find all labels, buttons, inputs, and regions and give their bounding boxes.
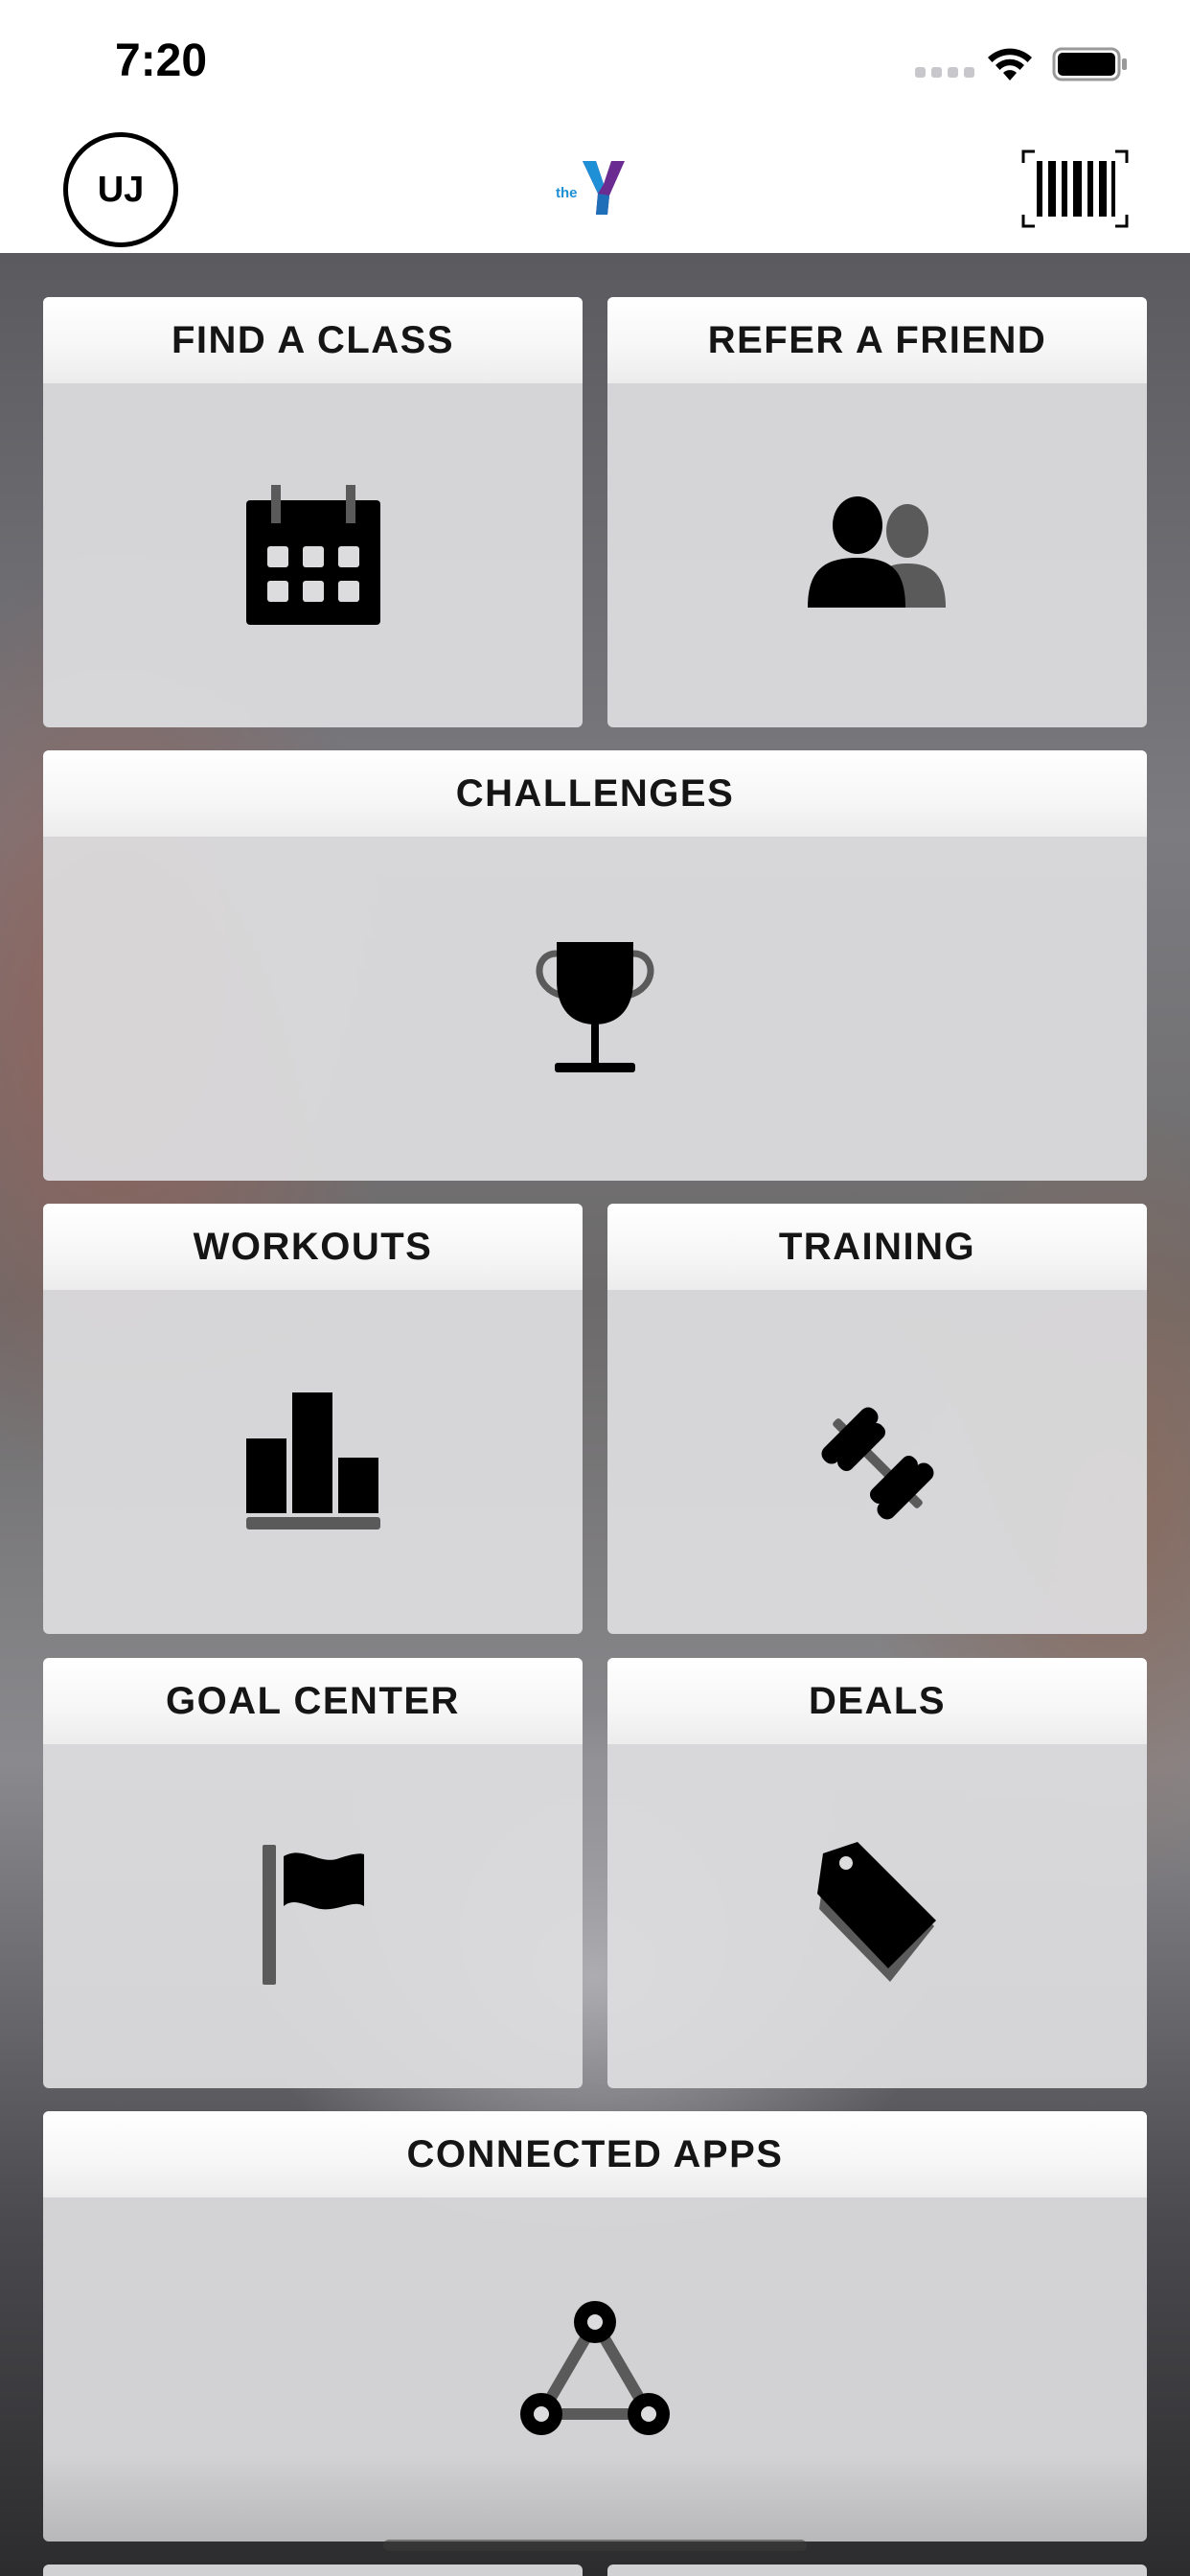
barcode-icon[interactable] [1021, 150, 1129, 228]
ymca-logo: the [556, 161, 625, 215]
tile-label: GOAL CENTER [43, 1658, 583, 1744]
tile-label: WORKOUTS [43, 1204, 583, 1290]
tile-goal-center[interactable]: GOAL CENTER [43, 1658, 583, 2088]
home-indicator[interactable] [383, 2540, 807, 2551]
tile-label: CONNECTED APPS [43, 2111, 1147, 2197]
tile-find-a-class[interactable]: FIND A CLASS [43, 297, 583, 727]
tile-label: TRAINING [607, 1204, 1147, 1290]
cellular-signal-icon [915, 67, 974, 78]
tile-label: REFER A FRIEND [607, 297, 1147, 383]
tile-connected-apps[interactable]: CONNECTED APPS [43, 2111, 1147, 2542]
calendar-icon [245, 485, 380, 625]
tile-challenges[interactable]: CHALLENGES [43, 750, 1147, 1181]
tile-workouts[interactable]: WORKOUTS [43, 1204, 583, 1634]
svg-text:the: the [556, 185, 578, 201]
dumbbell-icon [821, 1407, 933, 1520]
top-nav-bar: UJ the [0, 125, 1190, 253]
tile-deals[interactable]: DEALS [607, 1658, 1147, 2088]
tile-label: FIND A CLASS [43, 297, 583, 383]
profile-avatar-button[interactable]: UJ [63, 132, 178, 247]
dashboard-grid: FIND A CLASS REFER A FRIEND CHALLENGES W… [0, 253, 1190, 2576]
battery-icon [1052, 47, 1127, 81]
tag-icon [816, 1842, 936, 1982]
tile-training[interactable]: TRAINING [607, 1204, 1147, 1634]
bar-chart-icon [245, 1392, 380, 1530]
tile-next-row-left[interactable] [43, 2564, 583, 2576]
people-icon [807, 496, 946, 608]
flag-icon [262, 1845, 364, 1985]
status-time: 7:20 [115, 35, 208, 86]
scroll-fade [43, 2455, 1147, 2542]
wifi-icon [988, 48, 1032, 80]
trophy-icon [536, 942, 654, 1072]
tile-label: DEALS [607, 1658, 1147, 1744]
tile-label: CHALLENGES [43, 750, 1147, 837]
tile-next-row-right[interactable] [607, 2564, 1147, 2576]
status-bar: 7:20 [0, 0, 1190, 125]
network-icon [520, 2301, 670, 2435]
tile-refer-a-friend[interactable]: REFER A FRIEND [607, 297, 1147, 727]
